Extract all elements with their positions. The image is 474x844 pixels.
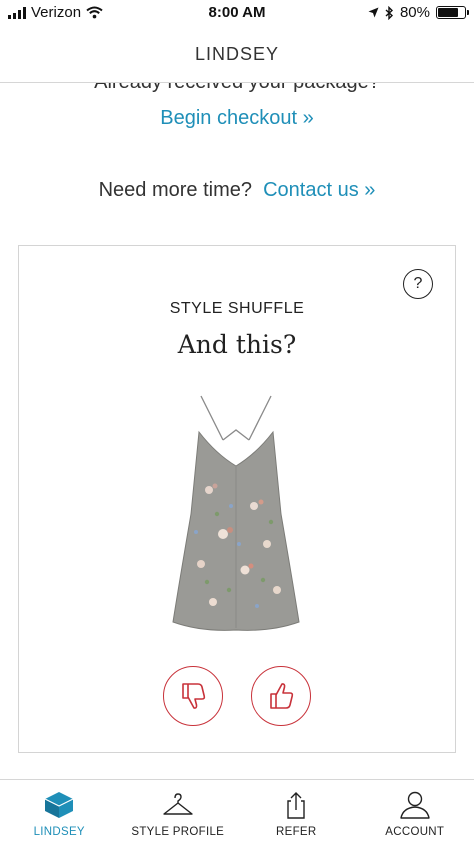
person-icon [398,790,432,820]
tab-label-style-profile: STYLE PROFILE [119,826,238,838]
battery-percent: 80% [400,4,430,21]
tab-lindsey[interactable]: LINDSEY [0,780,119,844]
bluetooth-icon [385,6,394,20]
more-time-text: Need more time? [99,179,252,201]
thumbs-up-icon [265,680,297,712]
style-shuffle-label: STYLE SHUFFLE [19,300,455,318]
tab-style-profile[interactable]: STYLE PROFILE [119,780,238,844]
status-right-group: 80% [368,4,466,21]
battery-level [438,8,458,17]
main-content[interactable]: Already received your package? Begin che… [0,83,474,779]
dislike-button[interactable] [163,666,223,726]
tab-label-lindsey: LINDSEY [0,826,119,838]
like-button[interactable] [251,666,311,726]
hanger-icon [161,790,195,820]
dress-image [171,394,301,644]
tab-bar: LINDSEY STYLE PROFILE REFER ACCOUNT [0,779,474,844]
tab-account[interactable]: ACCOUNT [356,780,474,844]
nav-header: LINDSEY [0,26,474,83]
tab-refer[interactable]: REFER [237,780,356,844]
help-icon[interactable]: ? [403,269,433,299]
style-shuffle-card: ? STYLE SHUFFLE And this? [18,245,456,753]
share-icon [279,790,313,820]
contact-us-link[interactable]: Contact us » [263,179,375,201]
tab-label-refer: REFER [237,826,356,838]
shuffle-prompt: And this? [19,330,455,359]
more-time-row: Need more time? Contact us » [0,179,474,202]
tab-label-account: ACCOUNT [356,826,474,838]
battery-icon [436,6,466,19]
status-bar: Verizon 8:00 AM 80% [0,0,474,26]
page-title: LINDSEY [0,44,474,65]
thumbs-down-icon [177,680,209,712]
package-received-text: Already received your package? [0,83,474,94]
box-icon [42,790,76,820]
location-arrow-icon [368,7,379,18]
begin-checkout-link[interactable]: Begin checkout » [0,107,474,130]
